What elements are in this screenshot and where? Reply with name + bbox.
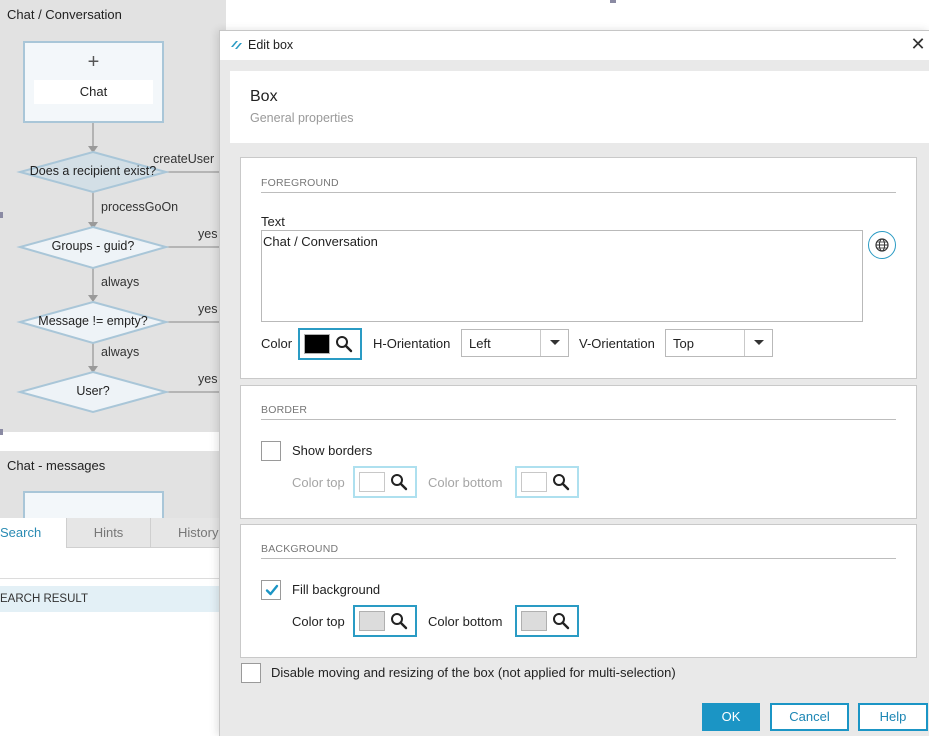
chevron-down-icon xyxy=(754,340,764,345)
tab-history[interactable]: History xyxy=(151,518,220,548)
magnifier-icon xyxy=(336,336,353,353)
border-section: BORDER Show borders Color top Color bott… xyxy=(240,385,917,519)
show-borders-checkbox[interactable] xyxy=(261,441,281,461)
background-color-top-label: Color top xyxy=(292,614,345,629)
magnifier-icon xyxy=(391,474,408,491)
start-node-chat[interactable]: + Chat xyxy=(23,41,164,123)
section-title: BACKGROUND xyxy=(261,543,339,555)
foreground-color-picker[interactable] xyxy=(298,328,362,360)
dialog-subheading: General properties xyxy=(250,111,354,125)
text-field[interactable]: Chat / Conversation xyxy=(261,230,863,322)
border-color-bottom-picker[interactable] xyxy=(515,466,579,498)
search-result-header: EARCH RESULT xyxy=(0,586,220,612)
section-divider xyxy=(261,192,896,193)
foreground-section: FOREGROUND Text Chat / Conversation Colo… xyxy=(240,157,917,379)
section-title: BORDER xyxy=(261,404,308,416)
tab-hints[interactable]: Hints xyxy=(67,518,150,548)
edge-label: always xyxy=(101,275,140,289)
disable-moving-label[interactable]: Disable moving and resizing of the box (… xyxy=(271,665,676,680)
dialog-heading: Box xyxy=(250,88,278,105)
globe-icon xyxy=(875,238,889,252)
edit-box-dialog: Edit box ✕ Box General properties FOREGR… xyxy=(219,30,929,736)
app-logo-icon xyxy=(231,41,242,49)
v-orientation-select[interactable]: Top xyxy=(665,329,773,357)
background-section: BACKGROUND Fill background Color top Col… xyxy=(240,524,917,658)
text-label: Text xyxy=(261,214,285,229)
color-swatch xyxy=(359,611,385,631)
bottom-panel-tabs: Search Hints History xyxy=(0,518,220,548)
close-icon[interactable]: ✕ xyxy=(908,34,928,56)
border-color-bottom-label: Color bottom xyxy=(428,475,503,490)
border-color-top-label: Color top xyxy=(292,475,345,490)
color-label: Color xyxy=(261,336,293,351)
edge-label: processGoOn xyxy=(101,200,179,214)
decision-label[interactable]: Message != empty? xyxy=(22,314,164,328)
fill-background-label[interactable]: Fill background xyxy=(292,582,380,597)
dropdown-toggle[interactable] xyxy=(744,330,772,356)
disable-moving-checkbox[interactable] xyxy=(241,663,261,683)
translate-button[interactable] xyxy=(868,231,896,259)
checkmark-icon xyxy=(265,584,279,596)
start-node-partial[interactable] xyxy=(23,491,164,521)
v-orientation-value: Top xyxy=(673,336,694,351)
resize-handle[interactable] xyxy=(610,0,616,3)
section-divider xyxy=(261,419,896,420)
h-orientation-select[interactable]: Left xyxy=(461,329,569,357)
decision-label[interactable]: Does a recipient exist? xyxy=(22,164,164,178)
edge-label: createUser xyxy=(153,152,215,166)
background-color-bottom-picker[interactable] xyxy=(515,605,579,637)
color-swatch xyxy=(304,334,330,354)
magnifier-icon xyxy=(553,474,570,491)
border-color-top-picker[interactable] xyxy=(353,466,417,498)
h-orientation-value: Left xyxy=(469,336,491,351)
cancel-button[interactable]: Cancel xyxy=(770,703,849,731)
section-divider xyxy=(261,558,896,559)
decision-label[interactable]: Groups - guid? xyxy=(22,239,164,253)
dialog-title: Edit box xyxy=(248,38,294,52)
background-color-bottom-label: Color bottom xyxy=(428,614,503,629)
plus-icon: + xyxy=(87,51,100,73)
show-borders-label[interactable]: Show borders xyxy=(292,443,372,458)
dialog-header: Box General properties xyxy=(230,71,929,143)
fill-background-checkbox[interactable] xyxy=(261,580,281,600)
search-input[interactable] xyxy=(0,548,220,579)
tab-search[interactable]: Search xyxy=(0,518,66,548)
color-swatch xyxy=(359,472,385,492)
edge-label: yes xyxy=(198,302,218,316)
color-swatch xyxy=(521,611,547,631)
edge-label: yes xyxy=(198,227,218,241)
h-orientation-label: H-Orientation xyxy=(373,336,451,351)
edge-label: yes xyxy=(198,372,218,386)
canvas-box-title: Chat - messages xyxy=(7,458,106,473)
chevron-down-icon xyxy=(550,340,560,345)
color-swatch xyxy=(521,472,547,492)
magnifier-icon xyxy=(391,613,408,630)
start-node-label: Chat xyxy=(34,80,153,104)
v-orientation-label: V-Orientation xyxy=(579,336,655,351)
canvas-box-messages[interactable]: Chat - messages xyxy=(0,451,226,521)
decision-label[interactable]: User? xyxy=(22,384,164,398)
background-color-top-picker[interactable] xyxy=(353,605,417,637)
dropdown-toggle[interactable] xyxy=(540,330,568,356)
edge-label: always xyxy=(101,345,140,359)
ok-button[interactable]: OK xyxy=(702,703,760,731)
help-button[interactable]: Help xyxy=(858,703,928,731)
section-title: FOREGROUND xyxy=(261,177,339,189)
magnifier-icon xyxy=(553,613,570,630)
dialog-titlebar[interactable]: Edit box ✕ xyxy=(220,31,929,60)
